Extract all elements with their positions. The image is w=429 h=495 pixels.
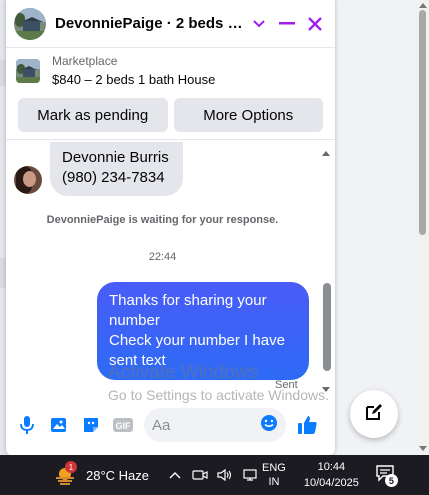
clock-date: 10/04/2025 [303,477,359,489]
conversation-avatar[interactable] [14,7,46,40]
camera-icon[interactable] [192,467,208,483]
clock-time: 10:44 [317,461,346,473]
close-icon[interactable] [303,12,327,36]
thread-scrollbar-thumb[interactable] [323,283,331,371]
listing-summary: $840 – 2 beds 1 bath House [52,72,216,87]
mark-as-pending-button[interactable]: Mark as pending [18,98,168,132]
sent-message-line: Thanks for sharing your number [109,292,267,329]
gif-icon[interactable]: GIF [110,412,136,438]
language-indicator[interactable]: ENG IN [262,461,286,489]
contact-name: Devonnie Burris [62,149,169,166]
weather-badge: 1 [65,461,77,473]
microphone-icon[interactable] [14,412,40,438]
waiting-notice: DevonniePaige is waiting for your respon… [46,214,279,226]
weather-widget[interactable]: 1 28°C Haze [54,461,150,486]
message-composer: GIF [6,395,335,455]
sender-avatar[interactable] [14,166,42,194]
system-tray [167,467,258,483]
notification-count: 5 [384,474,398,487]
contact-phone: (980) 234-7834 [62,169,165,186]
more-options-button[interactable]: More Options [173,98,323,132]
svg-text:GIF: GIF [116,421,132,431]
taskbar-clock[interactable]: 10:44 10/04/2025 [304,459,359,491]
page-scrollbar-thumb[interactable] [419,10,426,235]
contact-message: Devonnie Burris (980) 234-7834 [14,142,183,196]
speaker-icon[interactable] [217,467,233,483]
minimize-icon[interactable] [275,12,299,36]
conversation-title[interactable]: DevonniePaige · 2 beds 1 b… [55,15,247,32]
emoji-icon[interactable] [260,414,278,437]
like-thumb-icon[interactable] [294,412,320,438]
photo-icon[interactable] [46,412,72,438]
sticker-icon[interactable] [78,412,104,438]
marketplace-listing[interactable]: Marketplace $840 – 2 beds 1 bath House [6,48,335,94]
message-input[interactable] [152,416,260,434]
listing-thumbnail [16,59,40,83]
chevron-down-icon[interactable] [247,12,271,36]
haze-weather-icon: 1 [54,461,77,486]
message-thread[interactable]: Devonnie Burris (980) 234-7834 DevonnieP… [6,142,335,395]
chat-header[interactable]: DevonniePaige · 2 beds 1 b… [6,0,335,48]
message-input-box[interactable] [144,408,286,442]
listing-actions: Mark as pending More Options [6,94,335,140]
network-icon[interactable] [242,467,258,483]
message-timestamp: 22:44 [148,251,177,263]
thread-scrollbar[interactable] [321,148,331,392]
page-scrollbar[interactable] [416,0,429,455]
windows-taskbar: 1 28°C Haze ENG IN 10:44 10/04/2025 5 [0,455,429,495]
activate-windows-title: Activate Windows [108,362,258,383]
chevron-up-icon[interactable] [167,467,183,483]
compose-icon [363,401,385,428]
marketplace-label: Marketplace [52,54,118,68]
weather-text: 28°C Haze [86,467,150,483]
language-code: ENG [262,462,286,474]
new-message-button[interactable] [350,390,398,438]
language-region: IN [268,476,280,488]
contact-card-bubble[interactable]: Devonnie Burris (980) 234-7834 [50,142,183,196]
activate-windows-subtitle: Go to Settings to activate Windows. [108,387,329,403]
notification-center[interactable]: 5 [375,464,398,487]
